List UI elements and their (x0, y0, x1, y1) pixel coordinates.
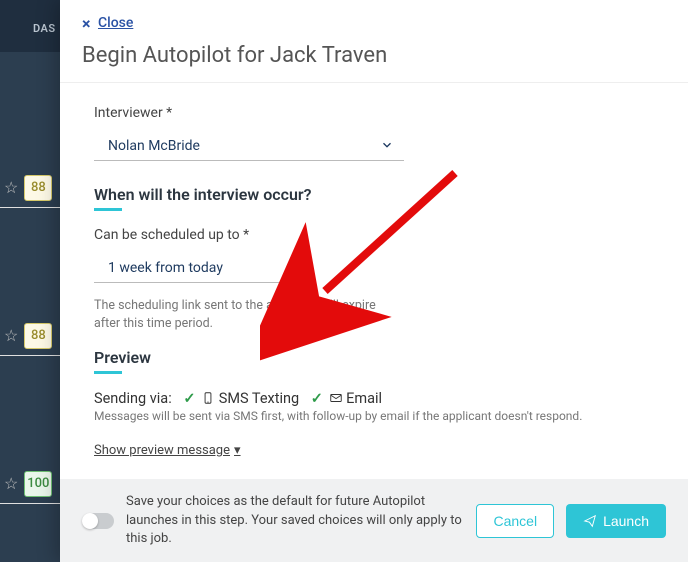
when-heading: When will the interview occur? (94, 185, 654, 204)
interviewer-value: Nolan McBride (108, 138, 200, 154)
chevron-down-icon (380, 137, 394, 156)
save-default-toggle[interactable] (82, 513, 114, 529)
phone-icon (201, 390, 219, 407)
accent-bar (94, 208, 122, 211)
toggle-knob (82, 513, 98, 529)
modal-title: Begin Autopilot for Jack Traven (82, 43, 666, 68)
interviewer-label: Interviewer * (94, 105, 654, 121)
launch-button[interactable]: Launch (566, 504, 666, 538)
check-icon: ✓ (311, 390, 323, 407)
email-label: Email (346, 390, 382, 407)
envelope-icon (329, 390, 347, 407)
interviewer-select[interactable]: Nolan McBride (94, 127, 404, 161)
show-preview-toggle[interactable]: Show preview message ▾ (94, 443, 241, 458)
preview-heading: Preview (94, 348, 654, 367)
save-default-text: Save your choices as the default for fut… (126, 493, 464, 548)
modal-footer: Save your choices as the default for fut… (60, 479, 688, 562)
table-row: ☆ 88 (0, 168, 60, 208)
sending-via-row: Sending via: ✓ SMS Texting ✓ Email (94, 390, 654, 407)
cancel-button[interactable]: Cancel (476, 504, 554, 538)
close-icon: × (82, 14, 91, 33)
modal-header: × Close Begin Autopilot for Jack Traven (60, 0, 688, 83)
table-row: ☆ 88 (0, 316, 60, 356)
sms-label: SMS Texting (219, 390, 299, 407)
schedule-upto-label: Can be scheduled up to * (94, 227, 654, 243)
launch-label: Launch (603, 513, 649, 529)
close-button[interactable]: × Close (82, 14, 666, 33)
table-row: ☆ 100 (0, 464, 60, 504)
schedule-upto-select[interactable]: 1 week from today (94, 249, 312, 283)
check-icon: ✓ (183, 390, 195, 407)
bg-nav-text: DAS (0, 0, 60, 52)
score-badge: 100 (24, 471, 52, 497)
caret-down-icon: ▾ (234, 443, 241, 458)
schedule-upto-value: 1 week from today (108, 260, 223, 276)
score-badge: 88 (24, 323, 52, 349)
close-label: Close (98, 15, 133, 31)
star-icon: ☆ (4, 178, 18, 197)
modal-body: Interviewer * Nolan McBride When will th… (60, 83, 688, 479)
schedule-helper-text: The scheduling link sent to the applican… (94, 297, 404, 332)
score-badge: 88 (24, 175, 52, 201)
star-icon: ☆ (4, 326, 18, 345)
accent-bar (94, 371, 122, 374)
sending-note: Messages will be sent via SMS first, wit… (94, 409, 654, 423)
star-icon: ☆ (4, 474, 18, 493)
sending-via-label: Sending via: (94, 390, 172, 407)
chevron-down-icon (288, 259, 302, 278)
autopilot-modal: × Close Begin Autopilot for Jack Traven … (60, 0, 688, 562)
paper-plane-icon (583, 514, 597, 528)
show-preview-label: Show preview message (94, 443, 230, 458)
